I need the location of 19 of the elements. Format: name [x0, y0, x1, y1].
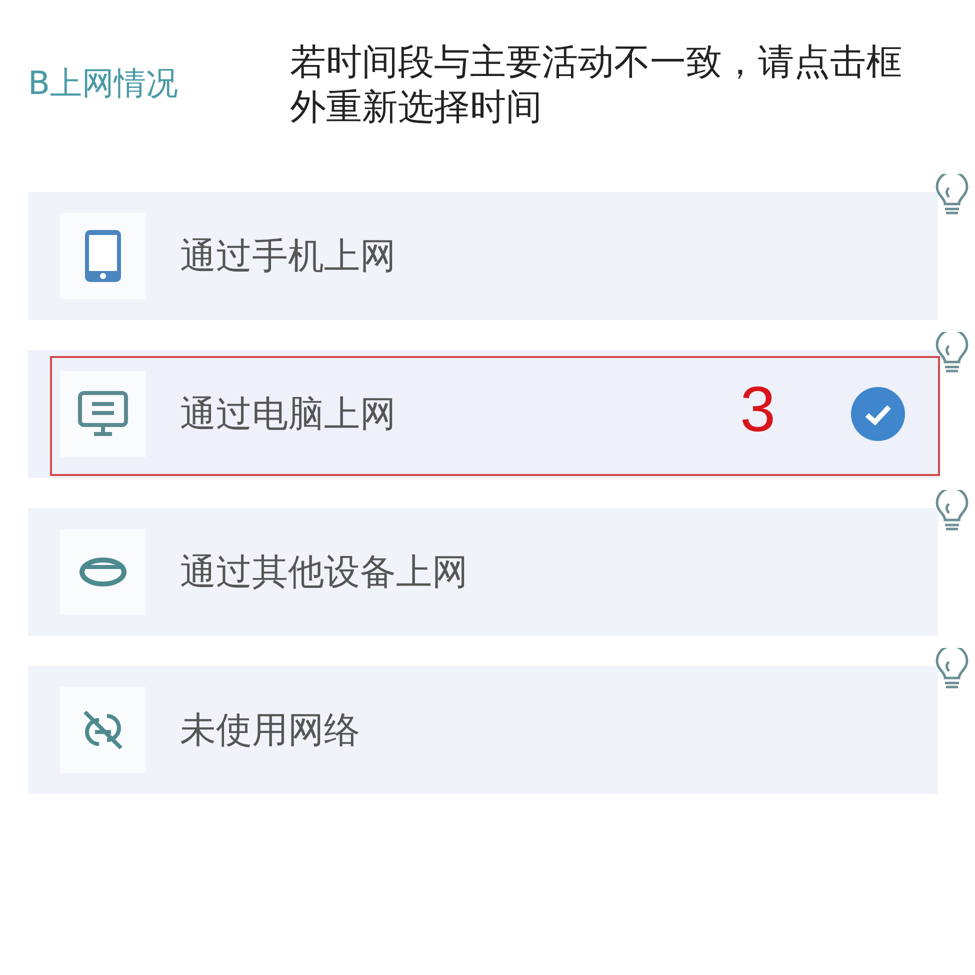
option-label: 通过电脑上网: [180, 392, 396, 436]
check-icon: [850, 386, 906, 442]
lightbulb-icon[interactable]: [934, 648, 970, 690]
option-card[interactable]: 通过其他设备上网: [28, 508, 938, 636]
option-label: 通过其他设备上网: [180, 550, 468, 594]
phone-icon: [83, 228, 123, 284]
section-title: B上网情况: [28, 63, 179, 104]
option-card[interactable]: 通过电脑上网 3: [28, 350, 938, 478]
option-card[interactable]: 通过手机上网: [28, 192, 938, 320]
band-icon: [79, 557, 127, 587]
lightbulb-icon[interactable]: [934, 332, 970, 374]
lightbulb-icon[interactable]: [934, 490, 970, 532]
option-label: 未使用网络: [180, 708, 360, 752]
option-label: 通过手机上网: [180, 234, 396, 278]
monitor-icon: [77, 390, 129, 438]
lightbulb-icon[interactable]: [934, 174, 970, 216]
option-card[interactable]: 未使用网络: [28, 666, 938, 794]
instruction-text: 若时间段与主要活动不一致，请点击框外重新选择时间: [290, 41, 903, 130]
annotation-number: 3: [740, 372, 776, 446]
